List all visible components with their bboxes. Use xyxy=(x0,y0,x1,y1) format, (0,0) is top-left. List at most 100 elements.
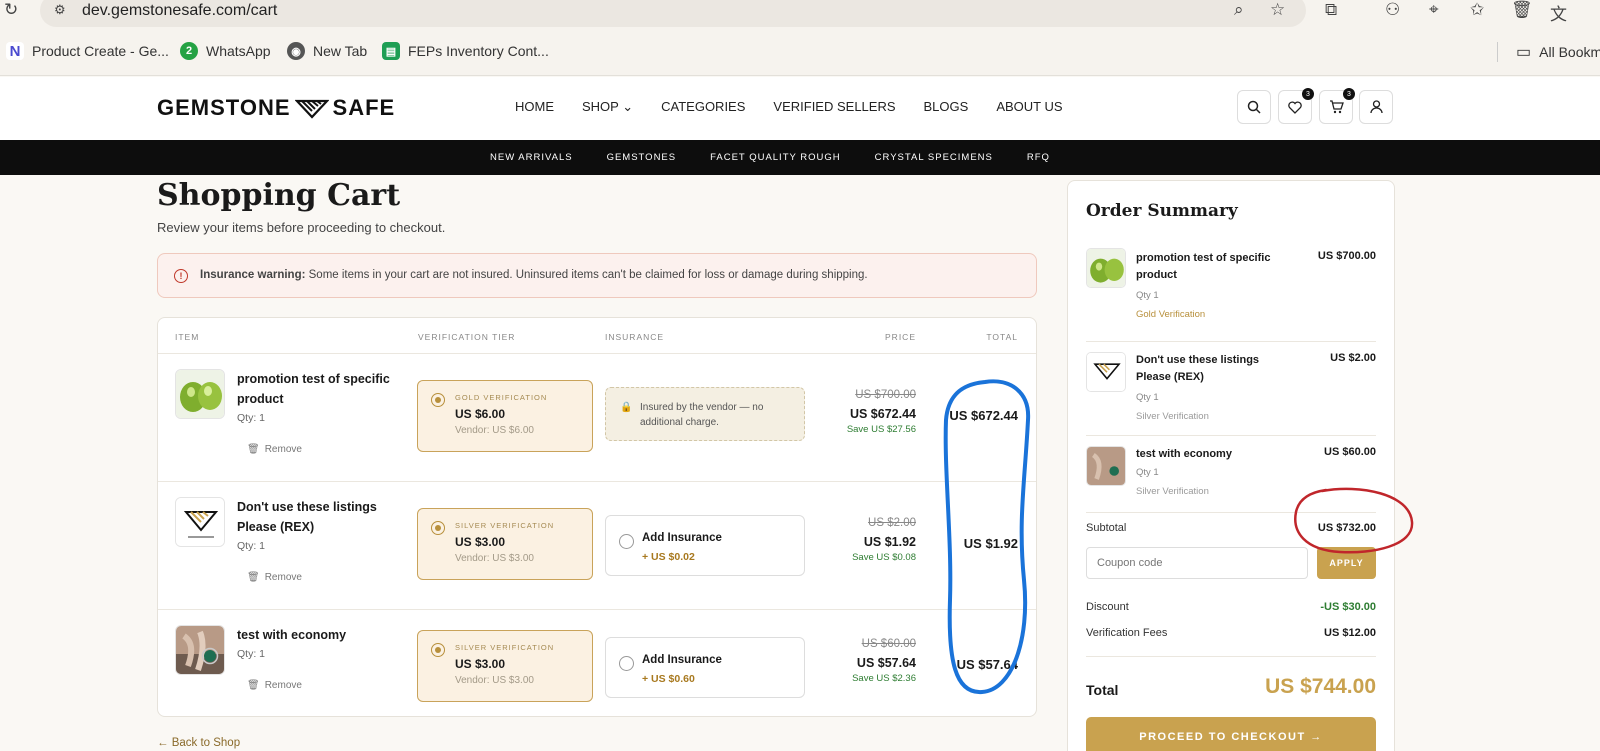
summary-item-tier: Silver Verification xyxy=(1136,486,1209,497)
warning-title: Insurance warning: xyxy=(200,269,306,281)
order-summary: Order Summary promotion test of specific… xyxy=(1067,180,1395,751)
site-header: GEMSTONE SAFE HOME SHOP ⌄ CATEGORIES VER… xyxy=(0,77,1600,140)
bookmark-feps-inventory[interactable]: ▤ FEPs Inventory Cont... xyxy=(382,42,549,60)
tier-price: US $3.00 xyxy=(455,535,506,549)
account-button[interactable] xyxy=(1359,90,1393,124)
location-icon[interactable]: ⌖ xyxy=(1429,0,1439,20)
savings: Save US $2.36 xyxy=(852,673,916,684)
star-icon[interactable]: ☆ xyxy=(1270,0,1285,20)
nav-about-us[interactable]: ABOUT US xyxy=(996,99,1062,115)
trash-icon: 🗑 xyxy=(247,680,260,691)
summary-item-qty: Qty 1 xyxy=(1136,290,1159,301)
product-thumbnail[interactable] xyxy=(175,369,225,419)
remove-button[interactable]: 🗑 Remove xyxy=(247,572,302,583)
item-name[interactable]: Don't use these listings Please (REX) xyxy=(237,497,402,537)
add-insurance-option[interactable]: Add Insurance + US $0.60 xyxy=(605,637,805,698)
subnav-new-arrivals[interactable]: NEW ARRIVALS xyxy=(490,152,573,163)
all-bookmarks[interactable]: ▭ All Bookm xyxy=(1497,42,1600,62)
insurance-radio[interactable] xyxy=(619,656,634,671)
translate-icon[interactable]: 文 xyxy=(1550,0,1567,25)
item-name[interactable]: test with economy xyxy=(237,625,402,645)
bookmark-whatsapp[interactable]: 2 WhatsApp xyxy=(180,42,271,60)
summary-item-qty: Qty 1 xyxy=(1136,467,1159,478)
tier-radio[interactable] xyxy=(431,393,445,407)
url-text[interactable]: dev.gemstonesafe.com/cart xyxy=(82,2,277,20)
cart-table: ITEM VERIFICATION TIER INSURANCE PRICE T… xyxy=(157,317,1037,717)
browser-chrome: ↻ ⚙ dev.gemstonesafe.com/cart ⌕ ☆ ⧉ ⚇ ⌖ … xyxy=(0,0,1600,76)
coupon-input[interactable] xyxy=(1086,547,1308,579)
reload-icon[interactable]: ↻ xyxy=(4,0,18,20)
original-price: US $700.00 xyxy=(855,389,916,401)
subnav-gemstones[interactable]: GEMSTONES xyxy=(607,152,677,163)
trash-icon: 🗑 xyxy=(247,444,260,455)
discount-value: -US $30.00 xyxy=(1320,601,1376,613)
cart-row: Don't use these listings Please (REX) Qt… xyxy=(158,482,1036,610)
nav-verified-sellers[interactable]: VERIFIED SELLERS xyxy=(773,99,895,115)
alert-icon: ! xyxy=(174,269,188,283)
wishlist-button[interactable]: 3 xyxy=(1278,88,1314,124)
subtotal-line: Subtotal US $732.00 xyxy=(1086,522,1376,534)
verification-tier-option[interactable]: GOLD VERIFICATION US $6.00 Vendor: US $6… xyxy=(417,380,593,452)
incognito-icon[interactable]: ⚇ xyxy=(1385,0,1400,20)
warning-message: Some items in your cart are not insured.… xyxy=(308,269,868,281)
product-thumbnail[interactable] xyxy=(175,625,225,675)
item-qty: Qty: 1 xyxy=(237,412,266,424)
verification-tier-option[interactable]: SILVER VERIFICATION US $3.00 Vendor: US … xyxy=(417,630,593,702)
insurance-radio[interactable] xyxy=(619,534,634,549)
subnav-rfq[interactable]: RFQ xyxy=(1027,152,1050,163)
row-total: US $57.64 xyxy=(956,657,1018,672)
bookmark-new-tab[interactable]: ◉ New Tab xyxy=(287,42,367,60)
site-info-icon[interactable]: ⚙ xyxy=(54,2,66,18)
apply-coupon-button[interactable]: APPLY xyxy=(1317,547,1376,579)
summary-title: Order Summary xyxy=(1086,201,1238,221)
remove-button[interactable]: 🗑 Remove xyxy=(247,444,302,455)
nav-shop[interactable]: SHOP ⌄ xyxy=(582,99,633,115)
search-button[interactable] xyxy=(1237,90,1271,124)
gem-logo-icon xyxy=(294,99,329,119)
remove-button[interactable]: 🗑 Remove xyxy=(247,680,302,691)
wishlist-badge: 3 xyxy=(1302,88,1314,100)
cart-row: promotion test of specific product Qty: … xyxy=(158,354,1036,482)
tier-label: SILVER VERIFICATION xyxy=(455,643,555,652)
ring-hand-image xyxy=(1087,447,1125,485)
summary-item-qty: Qty 1 xyxy=(1136,392,1159,403)
product-thumbnail[interactable] xyxy=(175,497,225,547)
vendor-insured-note: 🔒 Insured by the vendor — no additional … xyxy=(605,387,805,441)
extensions-icon[interactable]: ⧉ xyxy=(1325,0,1337,20)
cart-badge: 3 xyxy=(1343,88,1355,100)
tier-radio[interactable] xyxy=(431,643,445,657)
favorites-icon[interactable]: ✩ xyxy=(1470,0,1484,20)
tier-radio[interactable] xyxy=(431,521,445,535)
tier-label: SILVER VERIFICATION xyxy=(455,521,555,530)
price-cell: US $2.00 US $1.92 Save US $0.08 xyxy=(852,517,916,563)
row-total: US $672.44 xyxy=(949,408,1018,423)
summary-item-tier: Silver Verification xyxy=(1136,411,1209,422)
subnav-facet-quality-rough[interactable]: FACET QUALITY ROUGH xyxy=(710,152,841,163)
cart-button[interactable]: 3 xyxy=(1319,88,1355,124)
item-qty: Qty: 1 xyxy=(237,648,266,660)
trash-icon[interactable]: 🗑 xyxy=(1511,0,1533,20)
col-insurance: INSURANCE xyxy=(605,332,665,342)
insurance-label: Add Insurance xyxy=(642,654,722,666)
discounted-price: US $57.64 xyxy=(856,656,916,670)
green-gem-image xyxy=(1087,249,1125,287)
col-total: TOTAL xyxy=(986,332,1018,342)
subnav-crystal-specimens[interactable]: CRYSTAL SPECIMENS xyxy=(875,152,993,163)
verification-tier-option[interactable]: SILVER VERIFICATION US $3.00 Vendor: US … xyxy=(417,508,593,580)
site-logo[interactable]: GEMSTONE SAFE xyxy=(157,95,395,121)
back-to-shop-link[interactable]: ← Back to Shop xyxy=(157,737,240,749)
ring-hand-image xyxy=(176,626,224,674)
savings: Save US $27.56 xyxy=(846,424,916,435)
proceed-to-checkout-button[interactable]: PROCEED TO CHECKOUT → xyxy=(1086,717,1376,751)
bookmark-product-create[interactable]: N Product Create - Ge... xyxy=(6,42,169,60)
item-name[interactable]: promotion test of specific product xyxy=(237,369,402,409)
discounted-price: US $672.44 xyxy=(849,407,916,421)
nav-blogs[interactable]: BLOGS xyxy=(924,99,969,115)
summary-item-price: US $2.00 xyxy=(1330,352,1376,364)
nav-categories[interactable]: CATEGORIES xyxy=(661,99,745,115)
tier-label: GOLD VERIFICATION xyxy=(455,393,548,402)
col-tier: VERIFICATION TIER xyxy=(418,332,516,342)
add-insurance-option[interactable]: Add Insurance + US $0.02 xyxy=(605,515,805,576)
nav-home[interactable]: HOME xyxy=(515,99,554,115)
zoom-icon[interactable]: ⌕ xyxy=(1234,0,1244,20)
